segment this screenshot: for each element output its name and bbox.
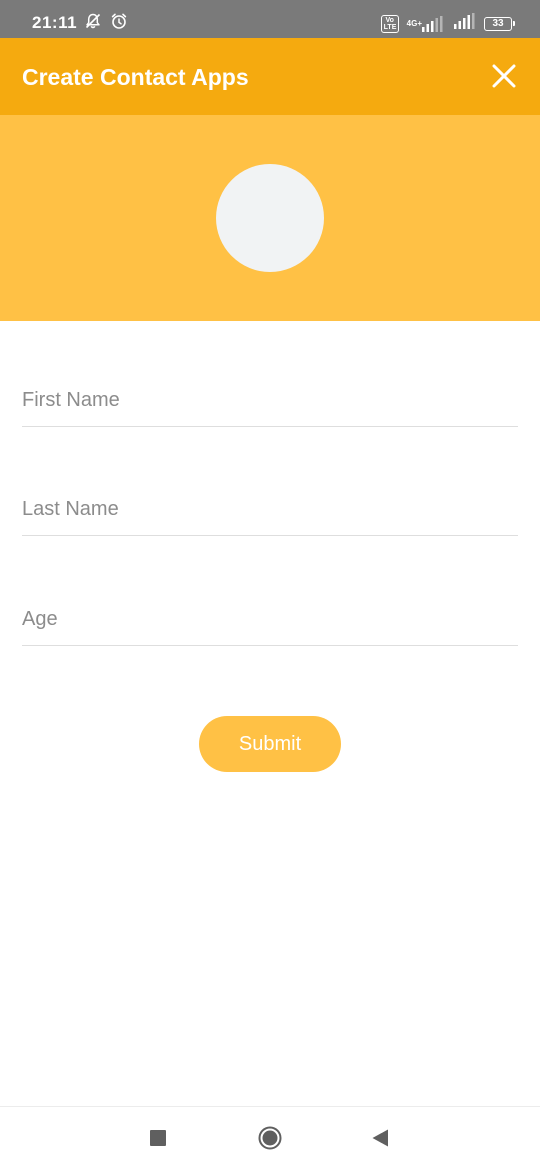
last-name-input[interactable]: [22, 498, 518, 521]
status-time: 21:11: [32, 13, 78, 32]
close-icon: [492, 64, 516, 88]
alarm-icon: [110, 12, 128, 35]
recent-apps-icon[interactable]: [150, 1130, 166, 1146]
submit-button[interactable]: Submit: [199, 716, 341, 772]
last-name-field: [22, 476, 518, 536]
age-input[interactable]: [22, 608, 518, 631]
avatar-header: [0, 115, 540, 321]
close-button[interactable]: [488, 60, 520, 92]
navigation-bar: [0, 1106, 540, 1170]
network-type: 4G+: [406, 18, 422, 28]
signal-icon: 4G+: [406, 15, 446, 32]
age-field: [22, 586, 518, 646]
back-icon[interactable]: [371, 1128, 389, 1148]
status-right-icons: Vo LTE 4G+ 33: [380, 13, 515, 34]
avatar[interactable]: [216, 164, 324, 272]
app-bar: Create Contact Apps: [0, 38, 540, 115]
notifications-off-icon: [84, 12, 102, 35]
status-left-icons: [84, 12, 128, 35]
volte-indicator: Vo LTE: [380, 14, 399, 33]
battery-icon: 33: [484, 16, 515, 31]
status-bar: 21:11 Vo LTE 4G+ 33: [0, 0, 540, 38]
signal-icon-2: [454, 13, 476, 34]
page-title: Create Contact Apps: [22, 64, 249, 90]
first-name-input[interactable]: [22, 389, 518, 412]
first-name-field: [22, 367, 518, 427]
home-icon[interactable]: [258, 1126, 282, 1150]
